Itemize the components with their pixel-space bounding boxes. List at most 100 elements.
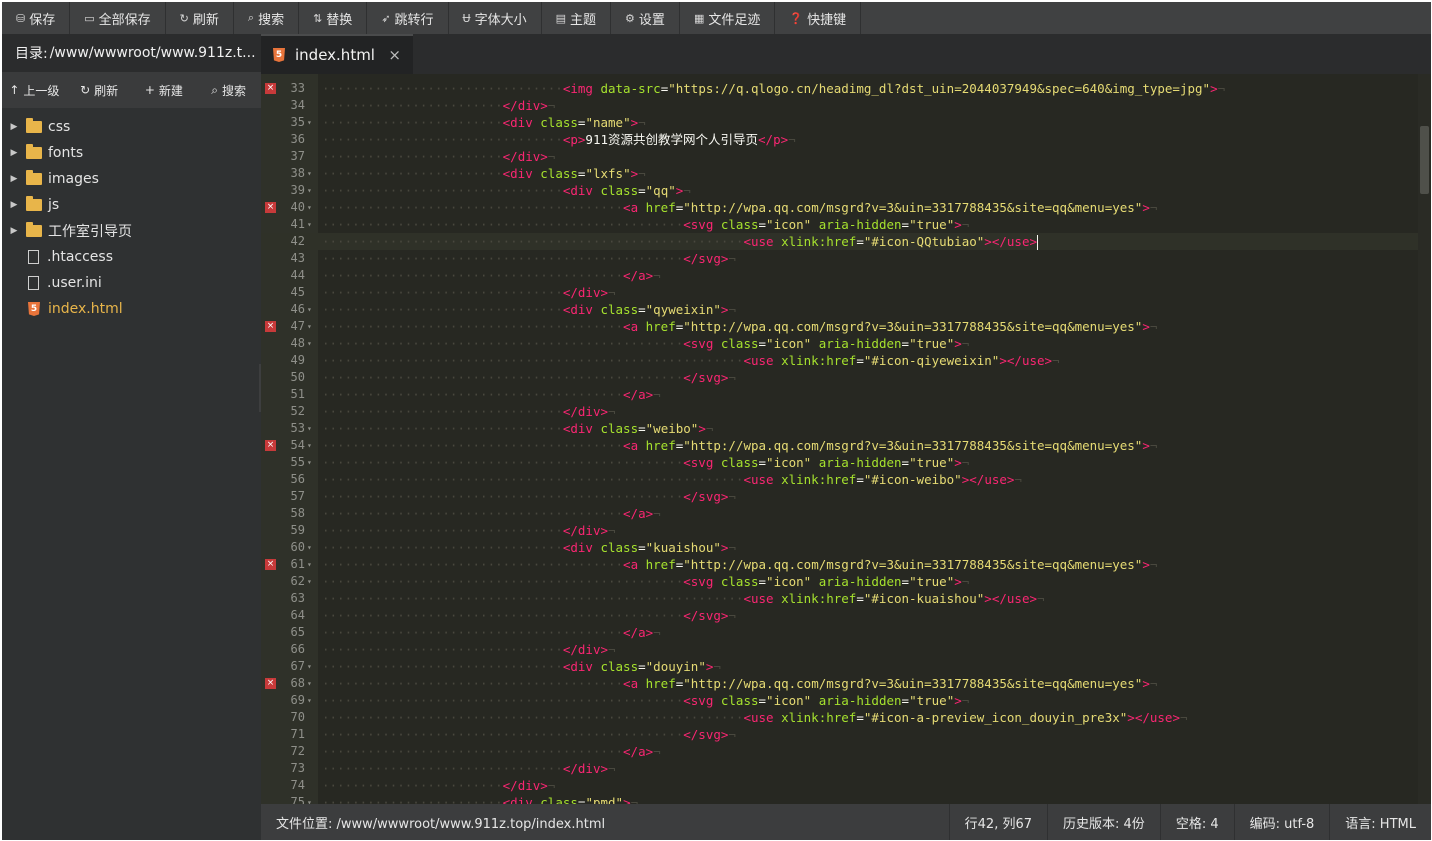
- code-line[interactable]: 44 ······································…: [261, 267, 1418, 284]
- code-line[interactable]: 72 ······································…: [261, 743, 1418, 760]
- code-line[interactable]: 35 ▾ ························<div class="n…: [261, 114, 1418, 131]
- code-line[interactable]: 43 ······································…: [261, 250, 1418, 267]
- toolbar-button-replace[interactable]: ⇅ 替换: [299, 2, 368, 34]
- code-line[interactable]: 73 ································</div>…: [261, 760, 1418, 777]
- indent-setting[interactable]: 空格: 4: [1159, 804, 1234, 840]
- toolbar-button-goto-line[interactable]: ➶ 跳转行: [367, 2, 449, 34]
- code-line[interactable]: 55 ▾ ·····································…: [261, 454, 1418, 471]
- code-line[interactable]: 38 ▾ ························<div class="l…: [261, 165, 1418, 182]
- toolbar-button-refresh[interactable]: ↻ 刷新: [166, 2, 234, 34]
- code-line[interactable]: 51 ······································…: [261, 386, 1418, 403]
- caret-right-icon[interactable]: ▶: [2, 174, 26, 184]
- fold-arrow-icon[interactable]: ▾: [307, 182, 312, 199]
- tree-item-folder[interactable]: ▶ images: [2, 166, 261, 192]
- tree-item-file[interactable]: 5 index.html: [2, 296, 261, 322]
- fold-arrow-icon[interactable]: ▾: [307, 556, 312, 573]
- fold-arrow-icon[interactable]: ▾: [307, 454, 312, 471]
- tree-item-folder[interactable]: ▶ fonts: [2, 140, 261, 166]
- code-line[interactable]: 58 ······································…: [261, 505, 1418, 522]
- fold-arrow-icon[interactable]: ▾: [307, 216, 312, 233]
- history-versions[interactable]: 历史版本: 4份: [1047, 804, 1160, 840]
- code-line[interactable]: 75 ▾ ························<div class="p…: [261, 794, 1418, 804]
- tree-item-folder[interactable]: ▶ css: [2, 114, 261, 140]
- toolbar-button-search[interactable]: ⌕ 搜索: [234, 2, 300, 34]
- editor-scrollbar[interactable]: [1418, 74, 1431, 804]
- code-line[interactable]: 74 ························</div>¬: [261, 777, 1418, 794]
- sidebar-action-refresh[interactable]: ↻ 刷新: [67, 82, 132, 99]
- code-line[interactable]: 60 ▾ ································<div …: [261, 539, 1418, 556]
- sidebar-action-up-arrow[interactable]: ↑ 上一级: [2, 82, 67, 99]
- fold-arrow-icon[interactable]: ▾: [307, 692, 312, 709]
- code-line[interactable]: 41 ▾ ·····································…: [261, 216, 1418, 233]
- code-line[interactable]: × 47 ▾ ····································…: [261, 318, 1418, 335]
- fold-arrow-icon[interactable]: ▾: [307, 794, 312, 804]
- toolbar-button-save-all[interactable]: ▭ 全部保存: [70, 2, 166, 34]
- fold-arrow-icon[interactable]: ▾: [307, 114, 312, 131]
- code-area[interactable]: × 33 ································<img …: [261, 74, 1418, 804]
- code-line[interactable]: 70 ······································…: [261, 709, 1418, 726]
- language-setting[interactable]: 语言: HTML: [1329, 804, 1431, 840]
- code-line[interactable]: 57 ······································…: [261, 488, 1418, 505]
- code-line[interactable]: × 33 ································<img …: [261, 80, 1418, 97]
- code-line[interactable]: × 54 ▾ ····································…: [261, 437, 1418, 454]
- close-tab-icon[interactable]: ×: [388, 46, 401, 64]
- caret-right-icon[interactable]: ▶: [2, 200, 26, 210]
- caret-right-icon[interactable]: ▶: [2, 148, 26, 158]
- sidebar-action-search[interactable]: ⌕ 搜索: [196, 82, 261, 99]
- toolbar-button-save[interactable]: ⛁ 保存: [2, 2, 71, 34]
- code-line[interactable]: 42 ······································…: [261, 233, 1418, 250]
- code-line[interactable]: 36 ································<p>911…: [261, 131, 1418, 148]
- code-line[interactable]: 34 ························</div>¬: [261, 97, 1418, 114]
- tree-item-file[interactable]: .user.ini: [2, 270, 261, 296]
- scrollbar-thumb[interactable]: [1420, 126, 1429, 194]
- cursor-position[interactable]: 行42, 列67: [948, 804, 1047, 840]
- code-line[interactable]: 62 ▾ ·····································…: [261, 573, 1418, 590]
- code-line[interactable]: 45 ································</div>…: [261, 284, 1418, 301]
- directory-path[interactable]: /www/wwwroot/www.911z.t...: [50, 45, 256, 61]
- toolbar-button-settings[interactable]: ⚙ 设置: [611, 2, 680, 34]
- error-marker-icon[interactable]: ×: [265, 678, 276, 689]
- tree-item-folder[interactable]: ▶ js: [2, 192, 261, 218]
- error-marker-icon[interactable]: ×: [265, 321, 276, 332]
- fold-arrow-icon[interactable]: ▾: [307, 573, 312, 590]
- code-line[interactable]: 56 ······································…: [261, 471, 1418, 488]
- code-line[interactable]: 71 ······································…: [261, 726, 1418, 743]
- code-line[interactable]: × 68 ▾ ····································…: [261, 675, 1418, 692]
- fold-arrow-icon[interactable]: ▾: [307, 420, 312, 437]
- code-line[interactable]: 37 ························</div>¬: [261, 148, 1418, 165]
- sidebar-action-plus[interactable]: + 新建: [132, 82, 197, 99]
- error-marker-icon[interactable]: ×: [265, 83, 276, 94]
- toolbar-button-font-size[interactable]: Ʉ 字体大小: [449, 2, 542, 34]
- caret-right-icon[interactable]: ▶: [2, 226, 26, 236]
- encoding-setting[interactable]: 编码: utf-8: [1233, 804, 1330, 840]
- code-line[interactable]: 64 ······································…: [261, 607, 1418, 624]
- code-line[interactable]: × 40 ▾ ····································…: [261, 199, 1418, 216]
- caret-right-icon[interactable]: ▶: [2, 122, 26, 132]
- fold-arrow-icon[interactable]: ▾: [307, 335, 312, 352]
- code-line[interactable]: 53 ▾ ································<div …: [261, 420, 1418, 437]
- code-line[interactable]: 66 ································</div>…: [261, 641, 1418, 658]
- fold-arrow-icon[interactable]: ▾: [307, 539, 312, 556]
- error-marker-icon[interactable]: ×: [265, 202, 276, 213]
- code-line[interactable]: 48 ▾ ·····································…: [261, 335, 1418, 352]
- code-line[interactable]: 59 ································</div>…: [261, 522, 1418, 539]
- code-line[interactable]: 46 ▾ ································<div …: [261, 301, 1418, 318]
- toolbar-button-history[interactable]: ▦ 文件足迹: [680, 2, 776, 34]
- error-marker-icon[interactable]: ×: [265, 440, 276, 451]
- fold-arrow-icon[interactable]: ▾: [307, 301, 312, 318]
- toolbar-button-shortcut[interactable]: ❓ 快捷键: [775, 2, 862, 34]
- fold-arrow-icon[interactable]: ▾: [307, 165, 312, 182]
- code-line[interactable]: 63 ······································…: [261, 590, 1418, 607]
- code-line[interactable]: 65 ······································…: [261, 624, 1418, 641]
- code-editor[interactable]: × 33 ································<img …: [261, 74, 1431, 804]
- fold-arrow-icon[interactable]: ▾: [307, 318, 312, 335]
- tree-item-folder[interactable]: ▶ 工作室引导页: [2, 218, 261, 244]
- code-line[interactable]: 39 ▾ ································<div …: [261, 182, 1418, 199]
- code-line[interactable]: 52 ································</div>…: [261, 403, 1418, 420]
- code-line[interactable]: 49 ······································…: [261, 352, 1418, 369]
- toolbar-button-theme[interactable]: ▤ 主题: [542, 2, 612, 34]
- fold-arrow-icon[interactable]: ▾: [307, 658, 312, 675]
- code-line[interactable]: 50 ······································…: [261, 369, 1418, 386]
- tab-index-html[interactable]: 5 index.html ×: [261, 34, 413, 74]
- code-line[interactable]: 69 ▾ ·····································…: [261, 692, 1418, 709]
